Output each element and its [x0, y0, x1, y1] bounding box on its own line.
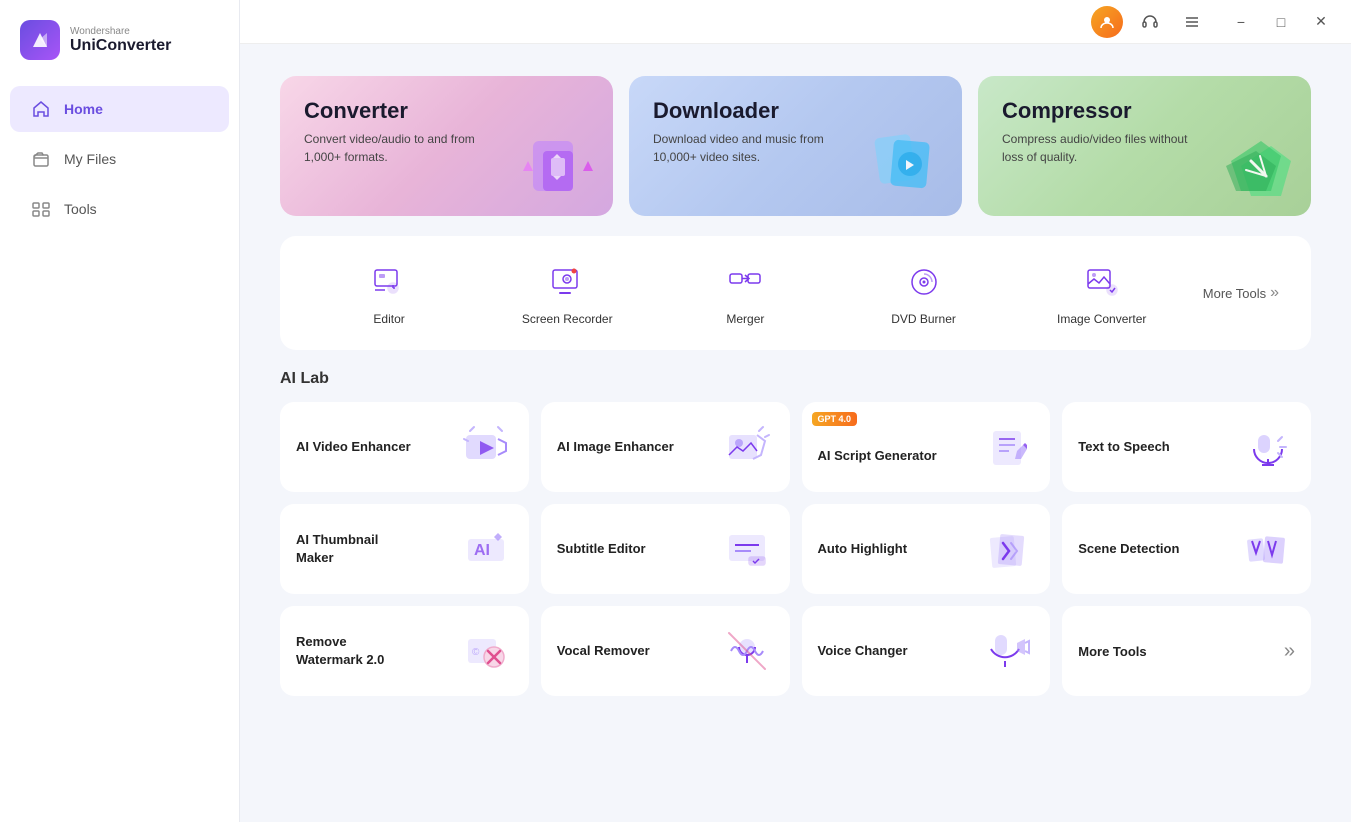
dvd-burner-icon — [902, 260, 946, 304]
content-area: Converter Convert video/audio to and fro… — [260, 60, 1331, 712]
auto-highlight-card[interactable]: Auto Highlight — [802, 504, 1051, 594]
voice-changer-label: Voice Changer — [818, 642, 908, 660]
tools-row: Editor Screen Recorder — [280, 236, 1311, 350]
remove-watermark-label: Remove Watermark 2.0 — [296, 633, 416, 669]
ai-lab-title: AI Lab — [280, 370, 1311, 388]
merger-icon — [723, 260, 767, 304]
downloader-card[interactable]: Downloader Download video and music from… — [629, 76, 962, 216]
sidebar-item-home-label: Home — [64, 101, 103, 117]
ai-lab-section: AI Lab AI Video Enhancer — [280, 370, 1311, 696]
downloader-title: Downloader — [653, 98, 938, 124]
logo-name: UniConverter — [70, 37, 171, 55]
app-logo-icon — [20, 20, 60, 60]
sidebar: Wondershare UniConverter Home My Files — [0, 0, 240, 822]
ai-script-generator-card[interactable]: GPT 4.0 AI Script Generator — [802, 402, 1051, 492]
subtitle-editor-icon — [720, 522, 774, 576]
more-tools-label: More Tools — [1203, 286, 1266, 301]
auto-highlight-icon — [980, 522, 1034, 576]
tool-screen-recorder[interactable]: Screen Recorder — [478, 252, 656, 334]
ai-thumbnail-maker-card[interactable]: AI Thumbnail Maker AI — [280, 504, 529, 594]
ai-video-enhancer-icon — [459, 420, 513, 474]
tool-image-converter[interactable]: Image Converter — [1013, 252, 1191, 334]
ai-image-enhancer-icon — [720, 420, 774, 474]
maximize-button[interactable]: □ — [1267, 8, 1295, 36]
svg-text:©: © — [472, 647, 480, 658]
editor-label: Editor — [373, 312, 404, 326]
screen-recorder-label: Screen Recorder — [522, 312, 613, 326]
tool-dvd-burner[interactable]: DVD Burner — [834, 252, 1012, 334]
text-to-speech-icon — [1241, 420, 1295, 474]
sidebar-item-tools[interactable]: Tools — [10, 186, 229, 232]
merger-label: Merger — [726, 312, 764, 326]
downloader-desc: Download video and music from 10,000+ vi… — [653, 130, 853, 166]
vocal-remover-label: Vocal Remover — [557, 642, 650, 660]
auto-highlight-label: Auto Highlight — [818, 540, 908, 558]
ai-image-enhancer-label: AI Image Enhancer — [557, 438, 674, 456]
subtitle-editor-card[interactable]: Subtitle Editor — [541, 504, 790, 594]
more-tools-ai-label: More Tools — [1078, 644, 1146, 659]
titlebar: − □ ✕ — [240, 0, 1351, 44]
sidebar-item-home[interactable]: Home — [10, 86, 229, 132]
voice-changer-card[interactable]: Voice Changer — [802, 606, 1051, 696]
editor-icon — [367, 260, 411, 304]
compressor-desc: Compress audio/video files without loss … — [1002, 130, 1202, 166]
logo-brand: Wondershare — [70, 26, 171, 37]
voice-changer-icon — [980, 624, 1034, 678]
compressor-card[interactable]: Compressor Compress audio/video files wi… — [978, 76, 1311, 216]
ai-thumbnail-maker-label: AI Thumbnail Maker — [296, 531, 416, 567]
headset-icon-btn[interactable] — [1135, 7, 1165, 37]
vocal-remover-card[interactable]: Vocal Remover — [541, 606, 790, 696]
sidebar-item-my-files-label: My Files — [64, 151, 116, 167]
ai-thumbnail-maker-icon: AI — [459, 522, 513, 576]
more-tools-ai-card[interactable]: More Tools » — [1062, 606, 1311, 696]
ai-video-enhancer-label: AI Video Enhancer — [296, 438, 411, 456]
vocal-remover-icon — [720, 624, 774, 678]
more-tools-chevron-icon: » — [1270, 284, 1279, 302]
tools-icon — [30, 198, 52, 220]
converter-card[interactable]: Converter Convert video/audio to and fro… — [280, 76, 613, 216]
scene-detection-label: Scene Detection — [1078, 540, 1179, 558]
ai-lab-grid: AI Video Enhancer AI Image Enhanc — [280, 402, 1311, 696]
converter-image — [513, 126, 603, 206]
home-icon — [30, 98, 52, 120]
compressor-title: Compressor — [1002, 98, 1287, 124]
ai-script-generator-icon — [980, 420, 1034, 474]
text-to-speech-card[interactable]: Text to Speech — [1062, 402, 1311, 492]
tool-merger[interactable]: Merger — [656, 252, 834, 334]
user-avatar[interactable] — [1091, 6, 1123, 38]
sidebar-item-my-files[interactable]: My Files — [10, 136, 229, 182]
dvd-burner-label: DVD Burner — [891, 312, 956, 326]
sidebar-item-tools-label: Tools — [64, 201, 97, 217]
downloader-image — [862, 126, 952, 206]
scene-detection-card[interactable]: Scene Detection — [1062, 504, 1311, 594]
logo-text: Wondershare UniConverter — [70, 26, 171, 55]
converter-title: Converter — [304, 98, 589, 124]
image-converter-icon — [1080, 260, 1124, 304]
converter-desc: Convert video/audio to and from 1,000+ f… — [304, 130, 504, 166]
my-files-icon — [30, 148, 52, 170]
remove-watermark-icon: © — [459, 624, 513, 678]
ai-image-enhancer-card[interactable]: AI Image Enhancer — [541, 402, 790, 492]
image-converter-label: Image Converter — [1057, 312, 1146, 326]
subtitle-editor-label: Subtitle Editor — [557, 540, 646, 558]
compressor-image — [1211, 126, 1301, 206]
gpt-badge: GPT 4.0 — [812, 412, 858, 426]
logo-area: Wondershare UniConverter — [0, 0, 239, 84]
screen-recorder-icon — [545, 260, 589, 304]
remove-watermark-card[interactable]: Remove Watermark 2.0 © — [280, 606, 529, 696]
more-tools-button[interactable]: More Tools » — [1191, 276, 1291, 310]
text-to-speech-label: Text to Speech — [1078, 438, 1170, 456]
hero-cards: Converter Convert video/audio to and fro… — [280, 76, 1311, 216]
minimize-button[interactable]: − — [1227, 8, 1255, 36]
main-content: − □ ✕ Converter Convert video/audio to a… — [240, 0, 1351, 822]
close-button[interactable]: ✕ — [1307, 8, 1335, 36]
ai-video-enhancer-card[interactable]: AI Video Enhancer — [280, 402, 529, 492]
svg-text:AI: AI — [474, 542, 490, 559]
menu-icon-btn[interactable] — [1177, 7, 1207, 37]
tool-editor[interactable]: Editor — [300, 252, 478, 334]
more-tools-ai-chevron-icon: » — [1284, 640, 1295, 663]
scene-detection-icon — [1241, 522, 1295, 576]
ai-script-generator-label: AI Script Generator — [818, 447, 937, 465]
